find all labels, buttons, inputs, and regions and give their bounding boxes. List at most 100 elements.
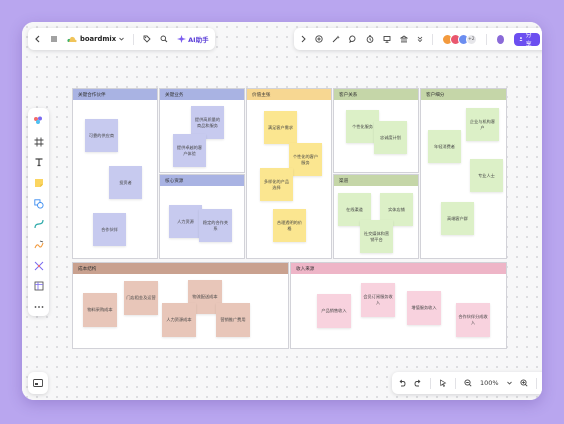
frame-icon <box>34 137 43 147</box>
redo-icon[interactable] <box>414 379 422 387</box>
magic-icon[interactable] <box>332 35 340 43</box>
sticky-note-tool[interactable] <box>31 174 46 192</box>
frame-title: 价值主张 <box>252 92 271 98</box>
mindmap-tool[interactable] <box>31 257 46 275</box>
connector-icon <box>33 220 44 229</box>
connector-tool[interactable] <box>31 216 46 234</box>
table-tool[interactable] <box>31 278 46 296</box>
sticky-note[interactable]: 人力资源成本 <box>162 303 196 337</box>
frame-title: 关键合作伙伴 <box>78 92 106 98</box>
ai-assistant-label: AI助手 <box>188 36 209 44</box>
sticky-note[interactable]: 合作伙伴分成收入 <box>456 303 490 337</box>
pointer-icon[interactable] <box>439 379 447 387</box>
user-avatar[interactable] <box>495 33 505 45</box>
cloud-logo-icon <box>67 36 77 42</box>
comment-icon[interactable] <box>349 35 357 43</box>
collaborator-avatars[interactable]: +2 <box>441 33 477 45</box>
templates-tool[interactable] <box>31 112 46 130</box>
sticky-note-icon <box>34 178 43 187</box>
zoom-out-icon[interactable] <box>464 379 472 387</box>
chevron-right-icon[interactable] <box>300 35 306 43</box>
boardmix-logo[interactable]: boardmix <box>67 35 124 43</box>
frame-cost-structure[interactable]: 成本结构 物料采购成本 门店租金及运营 物流配送成本 人力资源成本 营销推广费用 <box>72 262 289 349</box>
frame-title: 客户关系 <box>339 92 358 98</box>
sticky-note[interactable]: 产品销售收入 <box>317 294 351 328</box>
sticky-note[interactable]: 高端客户群 <box>441 202 474 235</box>
sticky-note[interactable]: 专业人士 <box>470 159 503 192</box>
frame-title: 收入来源 <box>296 266 315 272</box>
sticky-note[interactable]: 社交媒体和营销平台 <box>360 220 393 253</box>
sticky-note[interactable]: 营销推广费用 <box>216 303 250 337</box>
sticky-note[interactable]: 门店租金及运营 <box>124 281 158 315</box>
sticky-note[interactable]: 可靠的供应商 <box>85 119 118 152</box>
more-chevron-icon[interactable] <box>417 35 423 43</box>
app-name: boardmix <box>80 35 117 43</box>
frame-customer-relationships[interactable]: 客户关系 个性化服务 忠诚度计划 <box>333 88 419 173</box>
sticky-note[interactable]: 合理透明的价格 <box>273 209 306 242</box>
shape-tool[interactable] <box>31 195 46 213</box>
mindmap-icon <box>34 261 43 271</box>
top-right-toolbar: +2 分享 <box>294 28 542 50</box>
sticky-note[interactable]: 满足客户需求 <box>264 111 297 144</box>
sticky-note[interactable]: 提供卓越的客户体验 <box>173 134 206 167</box>
menu-icon[interactable] <box>50 35 58 43</box>
sticky-note[interactable]: 年轻消费者 <box>428 130 461 163</box>
present-icon[interactable] <box>383 35 391 43</box>
sticky-note[interactable]: 会员订阅服务收入 <box>361 283 395 317</box>
zoom-level[interactable]: 100% <box>480 379 499 387</box>
sticky-note[interactable]: 忠诚度计划 <box>374 121 407 154</box>
library-icon[interactable] <box>400 35 408 43</box>
sticky-note[interactable]: 合作伙伴 <box>93 213 126 246</box>
back-icon[interactable] <box>34 35 41 43</box>
divider <box>432 33 433 45</box>
more-tools[interactable] <box>31 298 46 316</box>
sticky-note[interactable]: 个性化的客户服务 <box>289 143 322 176</box>
sticky-note[interactable]: 稳定的合作关系 <box>199 209 232 242</box>
frame-header: 价值主张 <box>247 89 331 100</box>
frame-value-propositions[interactable]: 价值主张 满足客户需求 个性化的客户服务 多样化的产品选择 合理透明的价格 <box>246 88 332 259</box>
minimap-icon[interactable] <box>33 379 43 387</box>
frame-header: 客户细分 <box>421 89 506 100</box>
divider <box>485 33 487 45</box>
frame-title: 关键业务 <box>165 92 184 98</box>
frame-header: 核心资源 <box>160 175 244 186</box>
share-button[interactable]: 分享 <box>513 32 541 48</box>
frame-revenue-streams[interactable]: 收入来源 产品销售收入 会员订阅服务收入 增值服务收入 合作伙伴分成收入 <box>290 262 507 349</box>
undo-icon[interactable] <box>398 379 406 387</box>
timer-icon[interactable] <box>366 35 374 43</box>
sticky-note[interactable]: 多样化的产品选择 <box>260 168 293 201</box>
divider <box>455 377 456 389</box>
chevron-down-icon[interactable] <box>506 381 512 385</box>
chevron-down-icon <box>119 37 124 41</box>
frame-title: 核心资源 <box>165 178 184 184</box>
sticky-note[interactable]: 企业与机构客户 <box>466 108 499 141</box>
frame-header: 收入来源 <box>291 263 506 274</box>
frame-key-resources[interactable]: 核心资源 人力资源 稳定的合作关系 <box>159 174 245 259</box>
frame-channels[interactable]: 渠道 在线渠道 实体店铺 社交媒体和营销平台 <box>333 174 419 259</box>
frame-key-partners[interactable]: 关键合作伙伴 可靠的供应商 投资者 合作伙伴 <box>72 88 158 259</box>
ai-assistant-button[interactable]: AI助手 <box>177 34 209 44</box>
tag-icon[interactable] <box>143 35 151 43</box>
frame-header: 关键业务 <box>160 89 244 100</box>
frame-title: 客户细分 <box>426 92 445 98</box>
frame-key-activities[interactable]: 关键业务 提供高质量的商品和服务 提供卓越的客户体验 <box>159 88 245 173</box>
frame-tool[interactable] <box>31 133 46 151</box>
sticky-note[interactable]: 投资者 <box>109 166 142 199</box>
text-tool[interactable] <box>31 153 46 171</box>
sticky-note[interactable]: 物料采购成本 <box>83 293 117 327</box>
divider <box>535 377 537 389</box>
add-circle-icon[interactable] <box>315 35 323 43</box>
sticky-note[interactable]: 增值服务收入 <box>407 291 441 325</box>
divider <box>430 377 431 389</box>
ai-sparkle-icon <box>177 35 187 43</box>
share-label: 分享 <box>525 32 532 48</box>
pen-tool[interactable] <box>31 236 46 254</box>
search-icon[interactable] <box>160 35 168 43</box>
frame-header: 渠道 <box>334 175 418 186</box>
zoom-in-icon[interactable] <box>520 379 528 387</box>
frame-customer-segments[interactable]: 客户细分 年轻消费者 企业与机构客户 专业人士 高端客户群 <box>420 88 507 259</box>
frame-header: 成本结构 <box>73 263 288 274</box>
more-icon <box>34 306 43 309</box>
sticky-note[interactable]: 人力资源 <box>169 205 202 238</box>
pen-icon <box>33 240 44 249</box>
